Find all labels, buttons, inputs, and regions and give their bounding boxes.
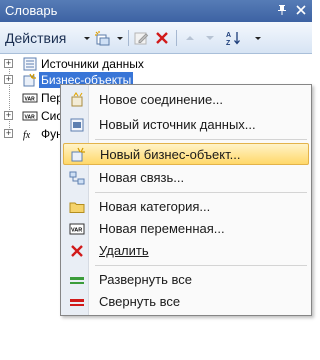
tree-item-data-sources[interactable]: + Источники данных	[4, 56, 154, 72]
menu-item-label: Свернуть все	[99, 294, 181, 309]
menu-separator	[95, 192, 307, 193]
delete-icon[interactable]	[154, 30, 170, 46]
svg-text:A: A	[226, 32, 231, 39]
new-item-button[interactable]	[94, 28, 126, 48]
svg-text:Z: Z	[226, 40, 231, 46]
menu-item-label-text: Удалить	[99, 243, 149, 258]
menu-item-label: Новая переменная...	[99, 221, 225, 236]
menu-item-expand-all[interactable]: Развернуть все	[63, 269, 309, 291]
folder-icon	[69, 202, 85, 213]
function-icon: fx	[23, 130, 31, 141]
svg-text:VAR: VAR	[25, 115, 36, 121]
edit-icon[interactable]	[133, 30, 149, 46]
chevron-down-icon	[255, 37, 261, 40]
menu-item-new-data-source[interactable]: Новый источник данных...	[63, 114, 309, 136]
expand-icon[interactable]: +	[4, 75, 13, 84]
actions-dropdown[interactable]: Действия	[4, 28, 92, 48]
menu-item-delete[interactable]: Удалить	[63, 240, 309, 262]
menu-item-label: Новый источник данных...	[99, 117, 256, 132]
menu-item-label: Удалить	[99, 243, 149, 258]
tree-item-variables[interactable]: VAR Пер	[4, 90, 64, 106]
toolbar-separator	[176, 30, 177, 46]
pin-icon	[278, 5, 286, 15]
sort-button[interactable]: A Z	[224, 28, 264, 48]
menu-item-new-category[interactable]: Новая категория...	[63, 196, 309, 218]
menu-item-new-business-object[interactable]: Новый бизнес-объект...	[63, 143, 309, 165]
expand-icon[interactable]: +	[4, 59, 13, 68]
business-object-icon	[23, 73, 36, 87]
actions-label: Действия	[5, 30, 67, 46]
system-variable-icon: VAR	[22, 111, 38, 121]
new-item-icon	[95, 31, 110, 46]
chevron-down-icon	[117, 37, 123, 40]
menu-item-label: Новый бизнес-объект...	[100, 147, 241, 162]
close-button[interactable]	[293, 2, 309, 18]
svg-text:VAR: VAR	[25, 97, 36, 103]
menu-separator	[95, 265, 307, 266]
menu-item-collapse-all[interactable]: Свернуть все	[63, 291, 309, 313]
new-connection-icon	[71, 92, 83, 107]
svg-text:VAR: VAR	[71, 228, 82, 234]
expand-all-icon	[70, 277, 84, 284]
window-title: Словарь	[5, 3, 58, 18]
menu-separator	[95, 139, 307, 140]
window-titlebar: Словарь	[0, 0, 312, 22]
new-relation-icon	[69, 171, 85, 185]
new-data-source-icon	[70, 118, 84, 132]
data-sources-icon	[23, 57, 37, 71]
menu-item-label: Новая связь...	[99, 170, 185, 185]
close-icon	[296, 5, 306, 15]
collapse-all-icon	[70, 299, 84, 306]
tree-item-functions[interactable]: + fx Фун	[4, 126, 64, 142]
tree-item-label: Источники данных	[41, 57, 144, 71]
expand-icon[interactable]: +	[4, 111, 13, 120]
svg-text:fx: fx	[23, 130, 31, 141]
menu-item-new-variable[interactable]: VAR Новая переменная...	[63, 218, 309, 240]
pin-button[interactable]	[274, 2, 290, 18]
tree-item-system[interactable]: + VAR Сис	[4, 108, 64, 124]
variable-icon: VAR	[22, 93, 38, 103]
menu-item-label: Развернуть все	[99, 272, 193, 287]
move-down-icon[interactable]	[202, 30, 218, 46]
toolbar: Действия A Z	[0, 22, 312, 54]
chevron-down-icon	[84, 37, 90, 40]
context-menu: Новое соединение... Новый источник данны…	[60, 84, 312, 316]
variable-icon: VAR	[69, 223, 85, 235]
delete-icon	[71, 245, 83, 257]
menu-item-label: Новая категория...	[99, 199, 211, 214]
new-business-object-icon	[71, 147, 85, 162]
expand-icon[interactable]: +	[4, 129, 13, 138]
menu-item-new-connection[interactable]: Новое соединение...	[63, 89, 309, 111]
move-up-icon[interactable]	[182, 30, 198, 46]
menu-item-label: Новое соединение...	[99, 92, 224, 107]
menu-item-new-relation[interactable]: Новая связь...	[63, 167, 309, 189]
sort-az-icon: A Z	[226, 32, 240, 46]
toolbar-separator	[128, 30, 129, 46]
